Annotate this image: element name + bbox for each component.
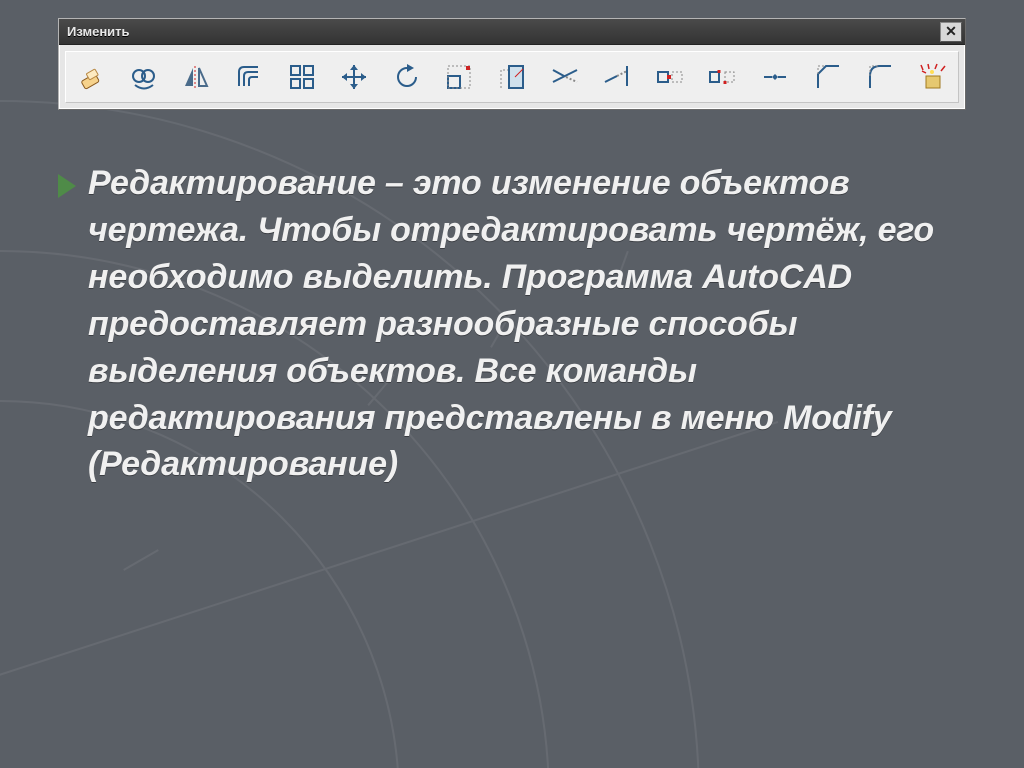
trim-icon[interactable]	[549, 60, 580, 94]
bullet-icon	[58, 174, 76, 198]
close-button[interactable]: ✕	[940, 22, 962, 42]
copy-object-icon[interactable]	[129, 60, 160, 94]
break-at-point-icon[interactable]	[655, 60, 686, 94]
close-icon: ✕	[945, 23, 957, 40]
offset-icon[interactable]	[234, 60, 265, 94]
extend-icon[interactable]	[602, 60, 633, 94]
slide-paragraph: Редактирование – это изменение объектов …	[88, 160, 958, 488]
toolbar-strip	[65, 51, 959, 103]
toolbar-titlebar[interactable]: Изменить ✕	[59, 19, 965, 45]
array-icon[interactable]	[286, 60, 317, 94]
toolbar-title: Изменить	[67, 24, 130, 39]
slide-content: Редактирование – это изменение объектов …	[58, 160, 958, 488]
modify-toolbar-panel: Изменить ✕	[58, 18, 966, 110]
erase-icon[interactable]	[76, 60, 107, 94]
mirror-icon[interactable]	[181, 60, 212, 94]
rotate-icon[interactable]	[392, 60, 423, 94]
fillet-icon[interactable]	[865, 60, 896, 94]
scale-icon[interactable]	[444, 60, 475, 94]
explode-icon[interactable]	[918, 60, 949, 94]
stretch-icon[interactable]	[497, 60, 528, 94]
move-icon[interactable]	[339, 60, 370, 94]
break-icon[interactable]	[707, 60, 738, 94]
chamfer-icon[interactable]	[812, 60, 843, 94]
join-icon[interactable]	[760, 60, 791, 94]
